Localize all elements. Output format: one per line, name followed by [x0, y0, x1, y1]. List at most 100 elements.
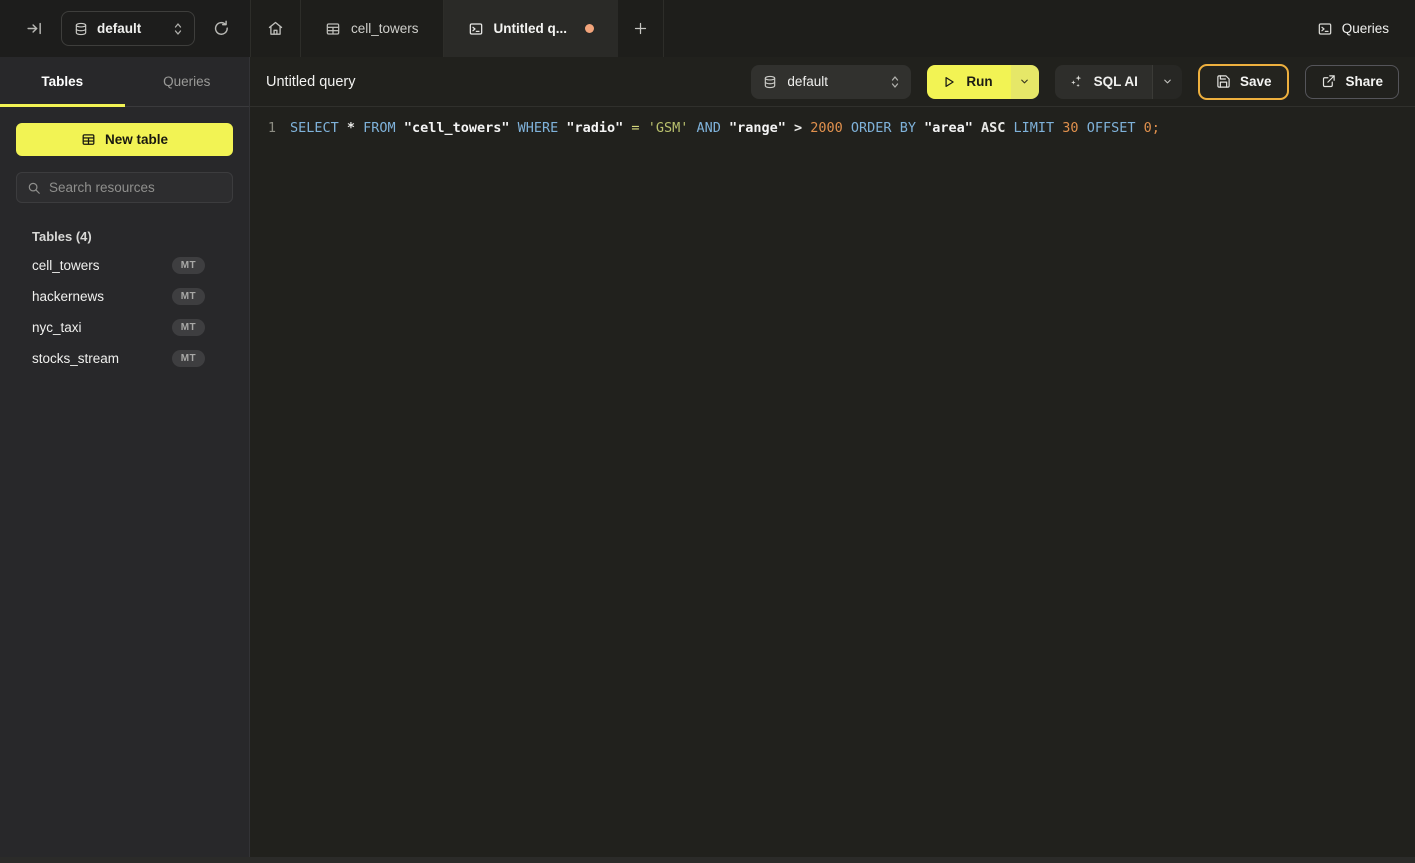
- table-name: cell_towers: [32, 258, 100, 273]
- queries-button-label: Queries: [1342, 21, 1389, 36]
- new-table-button[interactable]: New table: [16, 123, 233, 156]
- sql-token: LIMIT: [1014, 120, 1063, 136]
- chevron-down-icon: [1019, 76, 1030, 87]
- sql-token: WHERE: [518, 120, 567, 136]
- sql-token: "area": [924, 120, 981, 136]
- search-icon: [27, 181, 41, 195]
- chevron-updown-icon: [889, 75, 901, 89]
- sql-token: >: [794, 120, 810, 136]
- sql-token: ORDER: [851, 120, 900, 136]
- search-resources-input[interactable]: [49, 180, 222, 195]
- run-button[interactable]: Run: [927, 65, 1010, 99]
- sidebar-tabs: Tables Queries: [0, 57, 249, 107]
- database-icon: [763, 75, 777, 89]
- run-options-dropdown[interactable]: [1011, 65, 1039, 99]
- table-icon: [325, 21, 341, 37]
- play-icon: [942, 75, 956, 89]
- plus-icon: [633, 21, 648, 36]
- table-engine-badge: MT: [172, 319, 205, 336]
- sql-token: ;: [1152, 120, 1160, 136]
- table-name: stocks_stream: [32, 351, 119, 366]
- tables-section-title: Tables (4): [32, 229, 233, 244]
- topbar-spacer: [664, 0, 1317, 57]
- sql-ai-label: SQL AI: [1094, 74, 1138, 89]
- sidebar: Tables Queries New table Tables (4) cell…: [0, 57, 250, 863]
- chevron-updown-icon: [172, 22, 184, 36]
- tab-home[interactable]: [251, 0, 301, 57]
- table-list-item-stocks-stream[interactable]: stocks_stream MT: [16, 343, 233, 374]
- tab-untitled-query[interactable]: Untitled q...: [444, 0, 619, 57]
- sql-token: "radio": [566, 120, 631, 136]
- sidebar-tab-tables[interactable]: Tables: [0, 57, 125, 106]
- sql-token: ASC: [981, 120, 1014, 136]
- sql-token: 0: [1144, 120, 1152, 136]
- sql-token: *: [347, 120, 363, 136]
- search-resources-box: [16, 172, 233, 203]
- share-button-label: Share: [1345, 74, 1383, 89]
- sql-token: 2000: [810, 120, 851, 136]
- query-console-icon: [468, 21, 484, 37]
- table-name: nyc_taxi: [32, 320, 82, 335]
- top-bar: default cell_towers Untitl: [0, 0, 1415, 57]
- sql-editor-line-1: 1 SELECT * FROM "cell_towers" WHERE "rad…: [250, 118, 1415, 139]
- home-icon: [267, 20, 284, 37]
- tab-label: cell_towers: [351, 21, 419, 36]
- sql-token: OFFSET: [1087, 120, 1144, 136]
- database-icon: [74, 22, 88, 36]
- refresh-icon: [213, 20, 230, 37]
- sql-ai-button[interactable]: SQL AI: [1055, 65, 1152, 99]
- table-engine-badge: MT: [172, 288, 205, 305]
- sidebar-tab-queries[interactable]: Queries: [125, 57, 250, 106]
- save-button[interactable]: Save: [1198, 64, 1290, 100]
- save-button-label: Save: [1240, 74, 1272, 89]
- topbar-database-selector[interactable]: default: [61, 11, 195, 46]
- share-button[interactable]: Share: [1305, 65, 1399, 99]
- sql-token: "range": [729, 120, 794, 136]
- sql-ai-split-button: SQL AI: [1055, 65, 1182, 99]
- table-engine-badge: MT: [172, 350, 205, 367]
- sql-line-tokens: SELECT * FROM "cell_towers" WHERE "radio…: [290, 118, 1160, 139]
- new-table-label: New table: [105, 132, 168, 147]
- sql-token: BY: [900, 120, 924, 136]
- sql-token: AND: [696, 120, 729, 136]
- toolbar-database-selector[interactable]: default: [751, 65, 911, 99]
- sql-token: =: [631, 120, 647, 136]
- refresh-button[interactable]: [209, 16, 234, 41]
- query-title: Untitled query: [266, 74, 355, 90]
- sql-token: FROM: [363, 120, 404, 136]
- topbar-left-controls: default: [0, 0, 250, 57]
- workspace-tabs: cell_towers Untitled q...: [250, 0, 664, 57]
- query-toolbar: Untitled query default Run: [250, 57, 1415, 107]
- topbar-database-value: default: [97, 21, 163, 36]
- table-name: hackernews: [32, 289, 104, 304]
- sql-token: SELECT: [290, 120, 347, 136]
- bottom-edge-strip: [0, 857, 1415, 863]
- unsaved-changes-dot: [585, 24, 594, 33]
- toolbar-database-value: default: [787, 74, 879, 89]
- sql-token: 'GSM': [648, 120, 697, 136]
- share-external-icon: [1321, 74, 1336, 89]
- sql-token: "cell_towers": [404, 120, 518, 136]
- tab-label: Untitled q...: [494, 21, 568, 36]
- save-floppy-icon: [1216, 74, 1231, 89]
- content-area: Untitled query default Run: [250, 57, 1415, 863]
- run-button-label: Run: [966, 74, 992, 89]
- sparkles-icon: [1069, 74, 1084, 89]
- table-list-item-cell-towers[interactable]: cell_towers MT: [16, 250, 233, 281]
- tab-cell-towers[interactable]: cell_towers: [301, 0, 444, 57]
- sql-token: 30: [1062, 120, 1086, 136]
- line-number: 1: [250, 118, 276, 139]
- table-engine-badge: MT: [172, 257, 205, 274]
- sidebar-body: New table Tables (4) cell_towers MT hack…: [0, 107, 249, 390]
- chevron-down-icon: [1162, 76, 1173, 87]
- queries-panel-button[interactable]: Queries: [1317, 0, 1389, 57]
- sql-editor[interactable]: 1 SELECT * FROM "cell_towers" WHERE "rad…: [250, 107, 1415, 863]
- collapse-arrow-icon: [26, 20, 43, 37]
- sidebar-collapse-button[interactable]: [22, 16, 47, 41]
- sql-ai-dropdown[interactable]: [1152, 65, 1182, 99]
- table-list-item-nyc-taxi[interactable]: nyc_taxi MT: [16, 312, 233, 343]
- query-console-icon: [1317, 21, 1333, 37]
- run-split-button: Run: [927, 65, 1038, 99]
- new-tab-button[interactable]: [618, 0, 664, 57]
- table-list-item-hackernews[interactable]: hackernews MT: [16, 281, 233, 312]
